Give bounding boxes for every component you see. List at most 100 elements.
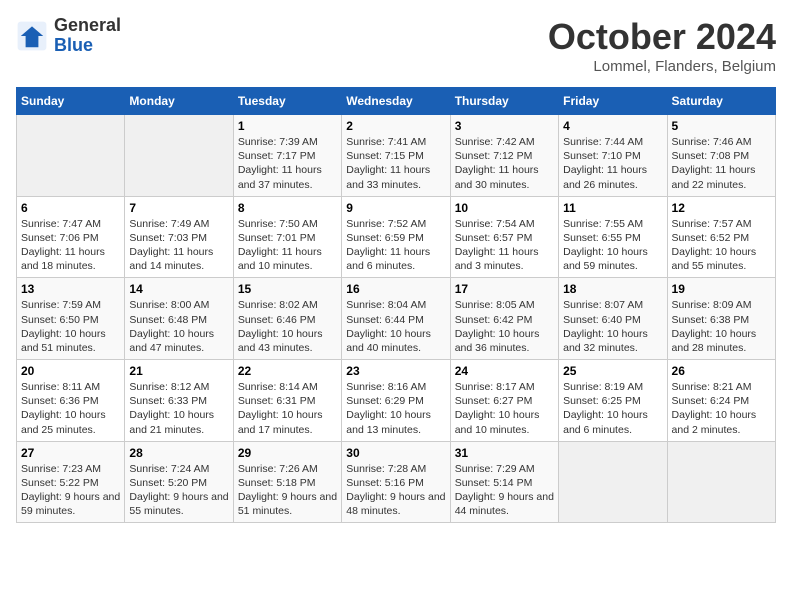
day-number: 4 [563,119,662,133]
day-info: Sunrise: 7:39 AMSunset: 7:17 PMDaylight:… [238,135,337,192]
day-info: Sunrise: 8:07 AMSunset: 6:40 PMDaylight:… [563,298,662,355]
day-info: Sunrise: 7:46 AMSunset: 7:08 PMDaylight:… [672,135,771,192]
calendar-cell: 4 Sunrise: 7:44 AMSunset: 7:10 PMDaylight… [559,115,667,197]
day-info: Sunrise: 7:29 AMSunset: 5:14 PMDaylight:… [455,462,554,519]
calendar-cell: 15Sunrise: 8:02 AMSunset: 6:46 PMDayligh… [233,278,341,360]
weekday-header: Wednesday [342,88,450,115]
day-info: Sunrise: 7:57 AMSunset: 6:52 PMDaylight:… [672,217,771,274]
day-number: 18 [563,282,662,296]
calendar-cell: 28 Sunrise: 7:24 AMSunset: 5:20 PMDayligh… [125,441,233,523]
weekday-header: Saturday [667,88,775,115]
calendar-cell: 7 Sunrise: 7:49 AMSunset: 7:03 PMDaylight… [125,196,233,278]
day-number: 28 [129,446,228,460]
day-number: 9 [346,201,445,215]
calendar-cell: 30 Sunrise: 7:28 AMSunset: 5:16 PMDayligh… [342,441,450,523]
day-number: 12 [672,201,771,215]
day-number: 6 [21,201,120,215]
weekday-header: Tuesday [233,88,341,115]
calendar-week-row: 13 Sunrise: 7:59 AMSunset: 6:50 PMDayligh… [17,278,776,360]
calendar-cell: 27 Sunrise: 7:23 AMSunset: 5:22 PMDayligh… [17,441,125,523]
day-number: 13 [21,282,120,296]
calendar-cell: 16Sunrise: 8:04 AMSunset: 6:44 PMDayligh… [342,278,450,360]
day-number: 30 [346,446,445,460]
day-number: 7 [129,201,228,215]
location: Lommel, Flanders, Belgium [548,58,776,75]
day-info: Sunrise: 7:44 AMSunset: 7:10 PMDaylight:… [563,135,662,192]
calendar-cell: 14Sunrise: 8:00 AMSunset: 6:48 PMDayligh… [125,278,233,360]
day-info: Sunrise: 8:16 AMSunset: 6:29 PMDaylight:… [346,380,445,437]
calendar-week-row: 20Sunrise: 8:11 AMSunset: 6:36 PMDayligh… [17,360,776,442]
calendar-week-row: 6Sunrise: 7:47 AMSunset: 7:06 PMDaylight… [17,196,776,278]
day-info: Sunrise: 7:42 AMSunset: 7:12 PMDaylight:… [455,135,554,192]
calendar-cell: 2 Sunrise: 7:41 AMSunset: 7:15 PMDaylight… [342,115,450,197]
day-number: 2 [346,119,445,133]
day-number: 8 [238,201,337,215]
day-info: Sunrise: 7:50 AMSunset: 7:01 PMDaylight:… [238,217,337,274]
calendar-header: SundayMondayTuesdayWednesdayThursdayFrid… [17,88,776,115]
day-number: 24 [455,364,554,378]
logo: General Blue [16,16,121,56]
day-info: Sunrise: 8:05 AMSunset: 6:42 PMDaylight:… [455,298,554,355]
calendar-cell: 22Sunrise: 8:14 AMSunset: 6:31 PMDayligh… [233,360,341,442]
day-number: 1 [238,119,337,133]
weekday-header: Friday [559,88,667,115]
day-number: 17 [455,282,554,296]
calendar-cell: 13 Sunrise: 7:59 AMSunset: 6:50 PMDayligh… [17,278,125,360]
calendar-cell: 11 Sunrise: 7:55 AMSunset: 6:55 PMDayligh… [559,196,667,278]
calendar-cell: 1 Sunrise: 7:39 AMSunset: 7:17 PMDaylight… [233,115,341,197]
calendar-body: 1 Sunrise: 7:39 AMSunset: 7:17 PMDaylight… [17,115,776,523]
calendar-cell [667,441,775,523]
day-info: Sunrise: 8:21 AMSunset: 6:24 PMDaylight:… [672,380,771,437]
day-info: Sunrise: 8:19 AMSunset: 6:25 PMDaylight:… [563,380,662,437]
calendar-week-row: 27 Sunrise: 7:23 AMSunset: 5:22 PMDayligh… [17,441,776,523]
day-number: 11 [563,201,662,215]
day-number: 14 [129,282,228,296]
calendar-cell: 5 Sunrise: 7:46 AMSunset: 7:08 PMDaylight… [667,115,775,197]
calendar-cell: 20Sunrise: 8:11 AMSunset: 6:36 PMDayligh… [17,360,125,442]
day-info: Sunrise: 7:26 AMSunset: 5:18 PMDaylight:… [238,462,337,519]
logo-general: General [54,16,121,36]
day-number: 20 [21,364,120,378]
calendar-cell: 31 Sunrise: 7:29 AMSunset: 5:14 PMDayligh… [450,441,558,523]
weekday-header: Monday [125,88,233,115]
calendar-cell: 18 Sunrise: 8:07 AMSunset: 6:40 PMDayligh… [559,278,667,360]
day-number: 16 [346,282,445,296]
calendar-week-row: 1 Sunrise: 7:39 AMSunset: 7:17 PMDaylight… [17,115,776,197]
calendar-cell: 23 Sunrise: 8:16 AMSunset: 6:29 PMDayligh… [342,360,450,442]
day-info: Sunrise: 8:14 AMSunset: 6:31 PMDaylight:… [238,380,337,437]
day-info: Sunrise: 7:52 AMSunset: 6:59 PMDaylight:… [346,217,445,274]
month-title: October 2024 [548,16,776,58]
weekday-header: Sunday [17,88,125,115]
calendar-cell: 26 Sunrise: 8:21 AMSunset: 6:24 PMDayligh… [667,360,775,442]
day-number: 5 [672,119,771,133]
calendar-cell: 29Sunrise: 7:26 AMSunset: 5:18 PMDayligh… [233,441,341,523]
calendar-table: SundayMondayTuesdayWednesdayThursdayFrid… [16,87,776,523]
day-number: 23 [346,364,445,378]
day-info: Sunrise: 7:24 AMSunset: 5:20 PMDaylight:… [129,462,228,519]
day-number: 26 [672,364,771,378]
day-info: Sunrise: 8:12 AMSunset: 6:33 PMDaylight:… [129,380,228,437]
day-number: 27 [21,446,120,460]
day-number: 31 [455,446,554,460]
day-info: Sunrise: 7:59 AMSunset: 6:50 PMDaylight:… [21,298,120,355]
calendar-cell: 25 Sunrise: 8:19 AMSunset: 6:25 PMDayligh… [559,360,667,442]
logo-blue: Blue [54,36,121,56]
calendar-cell: 24 Sunrise: 8:17 AMSunset: 6:27 PMDayligh… [450,360,558,442]
calendar-cell: 9 Sunrise: 7:52 AMSunset: 6:59 PMDaylight… [342,196,450,278]
calendar-cell: 19Sunrise: 8:09 AMSunset: 6:38 PMDayligh… [667,278,775,360]
day-info: Sunrise: 7:28 AMSunset: 5:16 PMDaylight:… [346,462,445,519]
page-header: General Blue October 2024 Lommel, Flande… [16,16,776,75]
title-block: October 2024 Lommel, Flanders, Belgium [548,16,776,75]
day-info: Sunrise: 7:41 AMSunset: 7:15 PMDaylight:… [346,135,445,192]
weekday-header: Thursday [450,88,558,115]
day-info: Sunrise: 8:17 AMSunset: 6:27 PMDaylight:… [455,380,554,437]
day-info: Sunrise: 7:54 AMSunset: 6:57 PMDaylight:… [455,217,554,274]
calendar-cell: 3Sunrise: 7:42 AMSunset: 7:12 PMDaylight… [450,115,558,197]
day-number: 21 [129,364,228,378]
day-info: Sunrise: 7:23 AMSunset: 5:22 PMDaylight:… [21,462,120,519]
day-number: 25 [563,364,662,378]
day-number: 15 [238,282,337,296]
day-info: Sunrise: 7:55 AMSunset: 6:55 PMDaylight:… [563,217,662,274]
calendar-cell [125,115,233,197]
day-info: Sunrise: 7:49 AMSunset: 7:03 PMDaylight:… [129,217,228,274]
